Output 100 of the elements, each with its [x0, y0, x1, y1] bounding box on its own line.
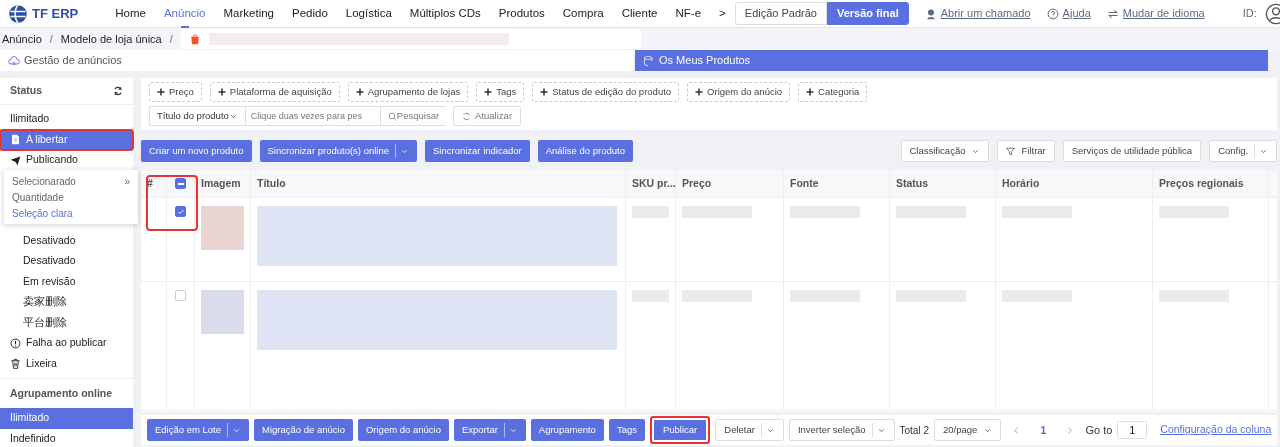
breadcrumb-link[interactable]: Modelo de loja única — [60, 30, 162, 48]
select-all-checkbox[interactable] — [175, 178, 186, 190]
plus-icon — [217, 88, 226, 97]
header-cell: Preços regionais — [1153, 170, 1269, 198]
row-checkbox[interactable] — [175, 290, 186, 302]
header-cell: Status — [890, 170, 996, 198]
filter-tag-button[interactable]: Status de edição do produto — [532, 82, 680, 103]
sidebar-item[interactable]: Desativado — [0, 251, 133, 272]
help-icon — [1046, 7, 1059, 20]
sidebar-item[interactable]: Em revisão — [0, 271, 133, 292]
logo-text: TF ERP — [32, 4, 79, 23]
nav-tab[interactable]: Marketing — [214, 0, 283, 28]
header-cell: Imagem — [195, 170, 251, 198]
filter-tag-button[interactable]: Agrupamento de lojas — [347, 82, 469, 103]
top-link[interactable]: Ajuda — [1046, 5, 1091, 22]
photo-placeholder — [201, 290, 244, 335]
filter-tag-button[interactable]: Plataforma de aquisição — [209, 82, 340, 103]
dropdown-button[interactable]: Inverter seleção — [788, 419, 895, 442]
nav-tab[interactable]: NF-e — [666, 0, 711, 28]
filter-tag-button[interactable]: Origem do anúcio — [687, 82, 791, 103]
edition-toggle[interactable]: Versão final — [826, 2, 909, 25]
page-tab[interactable]: Os Meus Produtos — [635, 50, 1268, 71]
alert-icon — [10, 337, 21, 349]
bulk-action-button[interactable]: Publicar — [649, 416, 711, 445]
sidebar-item[interactable]: Ilimitado — [0, 109, 133, 130]
sidebar-item[interactable]: 平台删除 — [0, 312, 133, 333]
sidebar-item[interactable]: Indefinido — [0, 428, 133, 447]
bulk-action-button[interactable]: Agrupamento — [530, 419, 604, 442]
page-tab[interactable]: Gestão de anúncios — [0, 50, 633, 71]
action-button[interactable]: Criar um novo produto — [141, 140, 252, 163]
tool-button[interactable]: Serviços de utilidade pública — [1062, 140, 1202, 163]
search-icon — [387, 111, 397, 121]
nav-tab[interactable]: Anúncio — [154, 0, 215, 28]
top-link[interactable]: Abrir um chamado — [924, 5, 1031, 22]
sidebar-item[interactable]: 卖家删除 — [0, 292, 133, 313]
sidebar-item[interactable]: Desativado — [0, 230, 133, 251]
field-select[interactable]: Título do produto — [149, 106, 246, 127]
filter-tag-button[interactable]: Preço — [149, 82, 202, 103]
section-title: Status — [10, 83, 43, 99]
sidebar-item[interactable]: Falha ao publicar — [0, 333, 133, 354]
plus-icon — [355, 88, 364, 97]
row-checkbox[interactable] — [175, 206, 186, 218]
action-button[interactable]: Sincronizar indicador — [425, 140, 530, 163]
expand-button[interactable]: » — [124, 173, 130, 189]
filter-tag-button[interactable]: Tags — [476, 82, 525, 103]
filter-icon — [1006, 146, 1016, 156]
more-nav-button[interactable]: > — [710, 0, 735, 28]
tool-button[interactable]: Filtrar — [997, 140, 1055, 163]
bulk-action-button[interactable]: Edição em Lote — [147, 419, 249, 442]
plus-icon — [695, 88, 704, 97]
refresh-icon — [113, 86, 123, 96]
trash-icon — [10, 358, 21, 370]
user-avatar-icon[interactable] — [1264, 2, 1280, 25]
action-button[interactable]: Análise do produto — [537, 140, 633, 163]
header-cell: Fonte — [784, 170, 890, 198]
nav-tab[interactable]: Home — [106, 0, 155, 28]
bulk-action-button[interactable]: Tags — [608, 419, 645, 442]
refresh-icon — [462, 111, 472, 121]
bulk-action-button[interactable]: Origem do anúcio — [357, 419, 449, 442]
document-icon — [10, 134, 21, 146]
clear-selection-link[interactable]: Seleção clara — [12, 205, 73, 221]
paper-plane-icon — [10, 154, 21, 166]
plus-icon — [540, 88, 549, 97]
chevron-right-icon[interactable] — [1065, 425, 1075, 435]
top-link[interactable]: Mudar de idioma — [1106, 5, 1205, 22]
page-input[interactable]: 1 — [1117, 421, 1148, 440]
header-cell: Título — [251, 170, 626, 198]
bulk-action-button[interactable]: Migração de anúcio — [254, 419, 353, 442]
breadcrumb-tab[interactable] — [180, 29, 641, 49]
breadcrumb-separator: / — [49, 31, 53, 47]
nav-tab[interactable]: Logística — [336, 0, 401, 28]
nav-tab[interactable]: Múltiplos CDs — [400, 0, 490, 28]
page-size-select[interactable]: 20/page — [933, 419, 1002, 442]
id-label: ID: — [1242, 6, 1257, 22]
page-number[interactable]: 1 — [1032, 422, 1055, 439]
tool-button[interactable]: Config. — [1209, 140, 1278, 163]
nav-tab[interactable]: Compra — [553, 0, 613, 28]
refresh-button[interactable]: Atualizar — [453, 106, 522, 127]
nav-tab[interactable]: Cliente — [612, 0, 667, 28]
breadcrumb-separator: / — [169, 31, 173, 47]
sidebar-item[interactable]: Publicando — [0, 150, 133, 171]
check-icon — [176, 207, 185, 216]
action-button[interactable]: Sincronizar produto(s) online — [259, 140, 417, 163]
dropdown-button[interactable]: Deletar — [715, 419, 784, 442]
edition-toggle[interactable]: Edição Padrão — [734, 2, 827, 25]
photo-placeholder — [201, 206, 244, 251]
nav-tab[interactable]: Produtos — [489, 0, 554, 28]
bulk-action-button[interactable]: Exportar — [453, 419, 526, 442]
search-field[interactable]: Clique duas vezes para pes — [244, 106, 381, 127]
sidebar-item[interactable]: A libertar — [0, 129, 133, 150]
nav-tab[interactable]: Pedido — [283, 0, 337, 28]
sidebar-item[interactable]: Ilimitado — [0, 408, 133, 429]
popup-title: Selecionarado — [12, 174, 76, 189]
tool-button[interactable]: Classificação — [900, 140, 990, 163]
breadcrumb-link[interactable]: Anúncio — [2, 30, 42, 48]
search-button[interactable]: Pesquisar — [379, 106, 447, 127]
sidebar-item[interactable]: Lixeira — [0, 353, 133, 374]
filter-tag-button[interactable]: Categoria — [798, 82, 868, 103]
column-config-link[interactable]: Configuração da coluna — [1160, 422, 1272, 439]
swap-arrows-icon — [1106, 7, 1119, 20]
